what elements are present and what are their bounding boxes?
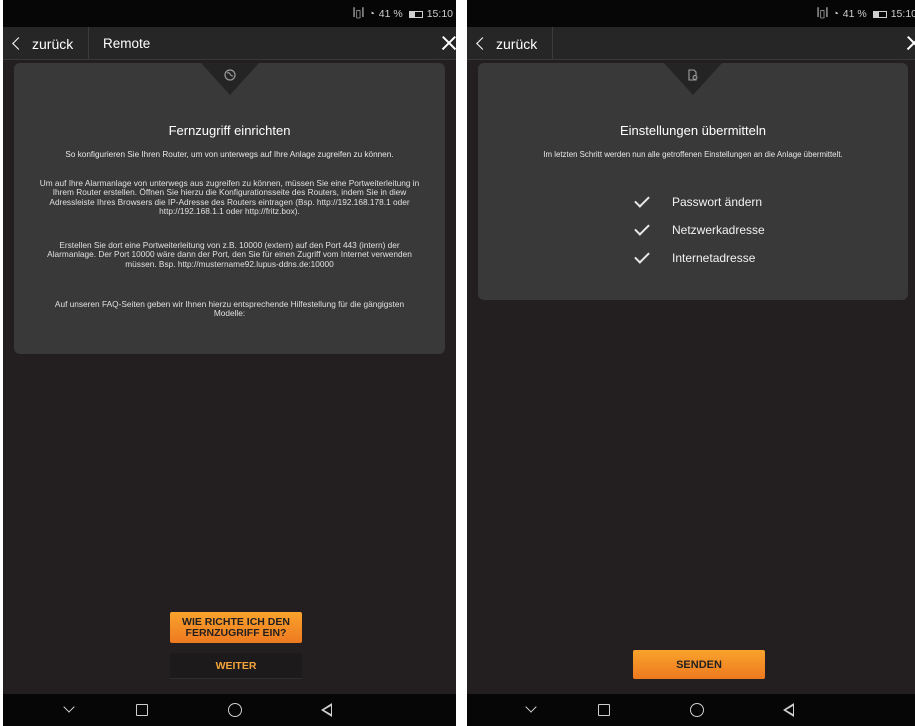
vibrate-icon: ꟾ▯ꟾ (816, 8, 829, 20)
list-item-label: Netzwerkadresse (672, 223, 765, 237)
instruction-paragraph-router: Um auf Ihre Alarmanlage von unterwegs au… (39, 178, 420, 217)
back-triangle-icon[interactable] (321, 703, 332, 717)
battery-percent: 41 % (378, 8, 403, 20)
battery-icon (872, 10, 887, 18)
document-settings-icon (688, 69, 698, 81)
next-button[interactable]: WEITER (170, 653, 302, 679)
back-button[interactable]: zurück (467, 27, 553, 60)
wifi-icon: ◔ (832, 8, 839, 20)
back-label: zurück (32, 35, 74, 52)
clock: 15:10 (426, 8, 453, 20)
status-bar: ꟾ▯ꟾ ◔ 41 % 15:10 (3, 0, 456, 27)
list-item-label: Passwort ändern (672, 195, 763, 209)
back-button[interactable]: zurück (3, 27, 89, 60)
instruction-paragraph-faq: Auf unseren FAQ-Seiten geben wir Ihnen h… (54, 299, 405, 319)
globe-icon (223, 69, 236, 81)
chevron-left-icon (12, 37, 25, 50)
info-card: Einstellungen übermitteln Im letzten Sch… (478, 63, 908, 300)
checkmark-icon (634, 191, 650, 208)
card-title: Einstellungen übermitteln (620, 123, 766, 138)
home-icon[interactable] (228, 703, 242, 717)
list-item: Netzwerkadresse (633, 216, 765, 244)
page-title: Remote (103, 36, 151, 51)
back-triangle-icon[interactable] (783, 703, 794, 717)
battery-icon (408, 10, 423, 18)
top-bar: zurück (467, 27, 915, 60)
card-title: Fernzugriff einrichten (168, 123, 291, 138)
checklist: Passwort ändern Netzwerkadresse Internet… (633, 188, 765, 272)
vibrate-icon: ꟾ▯ꟾ (352, 8, 365, 20)
checkmark-icon (634, 247, 650, 264)
battery-percent: 41 % (842, 8, 867, 20)
card-subtitle: So konfigurieren Sie Ihren Router, um vo… (65, 150, 394, 159)
info-card: Fernzugriff einrichten So konfigurieren … (14, 63, 445, 354)
wifi-icon: ◔ (368, 8, 375, 20)
list-item-label: Internetadresse (672, 251, 756, 265)
recent-apps-icon[interactable] (136, 704, 148, 716)
back-label: zurück (496, 35, 538, 52)
recent-apps-icon[interactable] (598, 704, 610, 716)
list-item: Passwort ändern (633, 188, 765, 216)
checkmark-icon (634, 219, 650, 236)
android-nav-bar (467, 694, 915, 726)
android-nav-bar (3, 694, 456, 726)
clock: 15:10 (890, 8, 915, 20)
remote-screen: ꟾ▯ꟾ ◔ 41 % 15:10 zurück Remote Fernzugri… (3, 0, 456, 726)
hide-keyboard-icon[interactable] (525, 701, 537, 713)
card-subtitle: Im letzten Schritt werden nun alle getro… (543, 150, 843, 159)
submit-settings-screen: ꟾ▯ꟾ ◔ 41 % 15:10 zurück Einstellungen üb… (467, 0, 915, 726)
home-icon[interactable] (690, 703, 704, 717)
top-bar: zurück Remote (3, 27, 456, 60)
hide-keyboard-icon[interactable] (63, 701, 75, 713)
instruction-paragraph-port: Erstellen Sie dort eine Portweiterleitun… (47, 240, 412, 269)
send-button[interactable]: SENDEN (633, 650, 765, 679)
faq-help-button[interactable]: WIE RICHTE ICH DEN FERNZUGRIFF EIN? (170, 612, 302, 643)
status-bar: ꟾ▯ꟾ ◔ 41 % 15:10 (467, 0, 915, 27)
list-item: Internetadresse (633, 244, 765, 272)
chevron-left-icon (476, 37, 489, 50)
